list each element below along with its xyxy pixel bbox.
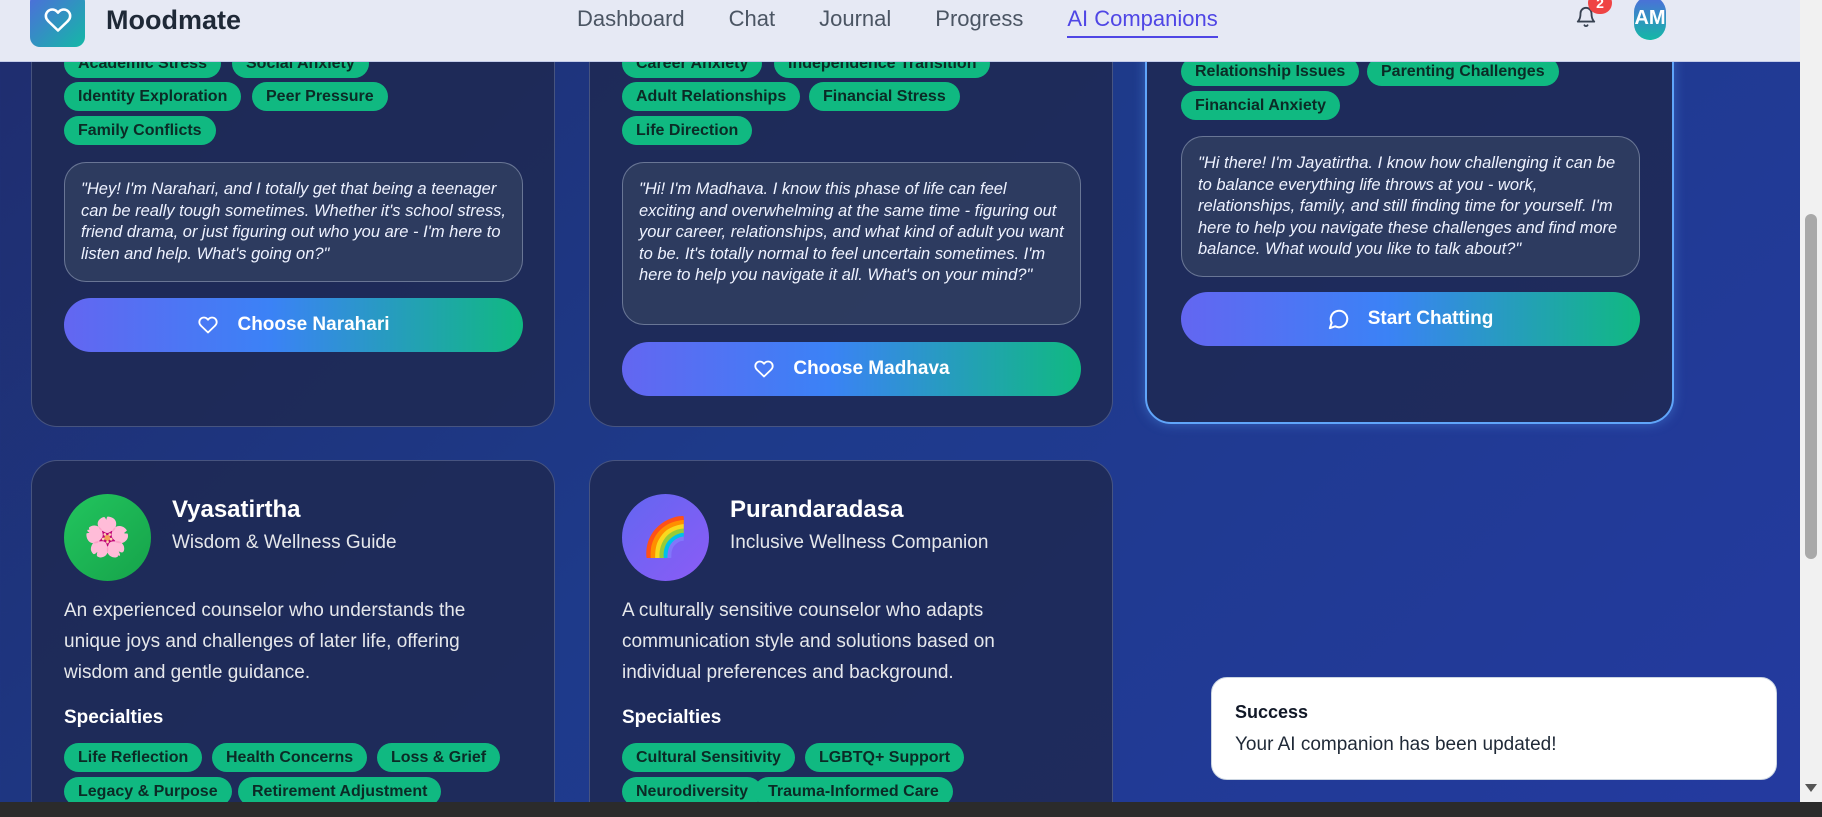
tag: LGBTQ+ Support xyxy=(805,743,965,772)
tag: Financial Anxiety xyxy=(1181,91,1340,120)
flower-icon: 🌸 xyxy=(83,516,132,559)
specialties-heading: Specialties xyxy=(622,707,722,728)
companion-name: Vyasatirtha xyxy=(172,496,301,523)
companion-description: A culturally sensitive counselor who ada… xyxy=(622,600,995,683)
chat-bubble-icon xyxy=(1328,309,1348,330)
nav-progress[interactable]: Progress xyxy=(935,6,1023,38)
top-navbar: Moodmate Dashboard Chat Journal Progress… xyxy=(0,0,1800,62)
scroll-down-arrow-icon[interactable] xyxy=(1805,784,1817,792)
tag: Health Concerns xyxy=(212,743,368,772)
heart-logo-icon[interactable] xyxy=(30,0,85,47)
main-nav: Dashboard Chat Journal Progress AI Compa… xyxy=(577,6,1262,38)
nav-dashboard[interactable]: Dashboard xyxy=(577,6,685,38)
tag: Cultural Sensitivity xyxy=(622,743,795,772)
companion-card-jayatirtha: Relationship Issues Parenting Challenges… xyxy=(1145,20,1674,424)
companion-name: Purandaradasa xyxy=(730,496,904,523)
choose-madhava-button[interactable]: Choose Madhava xyxy=(622,342,1081,396)
nav-journal[interactable]: Journal xyxy=(819,6,891,38)
tag: Identity Exploration xyxy=(64,82,242,111)
companion-card-madhava: Career Anxiety Independence Transition A… xyxy=(589,20,1113,427)
button-label: Choose Madhava xyxy=(793,358,950,379)
tag: Adult Relationships xyxy=(622,82,801,111)
tag: Financial Stress xyxy=(809,82,960,111)
tag: Family Conflicts xyxy=(64,116,216,145)
button-label: Start Chatting xyxy=(1367,308,1494,329)
rainbow-icon: 🌈 xyxy=(641,516,690,559)
nav-ai-companions[interactable]: AI Companions xyxy=(1067,6,1218,38)
companion-avatar: 🌈 xyxy=(622,494,709,581)
tag: Life Reflection xyxy=(64,743,203,772)
success-toast[interactable]: Success Your AI companion has been updat… xyxy=(1211,677,1777,780)
toast-message: Your AI companion has been updated! xyxy=(1235,734,1557,755)
companion-card-narahari: Academic Stress Social Anxiety Identity … xyxy=(31,20,555,427)
heart-icon xyxy=(754,360,774,378)
brand-name[interactable]: Moodmate xyxy=(106,5,241,36)
button-label: Choose Narahari xyxy=(237,314,390,335)
tag: Life Direction xyxy=(622,116,753,145)
tag: Peer Pressure xyxy=(252,82,388,111)
companion-card-vyasatirtha: 🌸 Vyasatirtha Wisdom & Wellness Guide An… xyxy=(31,460,555,817)
avatar[interactable]: AM xyxy=(1634,0,1666,40)
start-chatting-button[interactable]: Start Chatting xyxy=(1181,292,1640,346)
companion-description: An experienced counselor who understands… xyxy=(64,600,466,683)
heart-icon xyxy=(198,316,219,334)
companion-greeting: "Hi there! I'm Jayatirtha. I know how ch… xyxy=(1181,136,1640,277)
companion-role: Wisdom & Wellness Guide xyxy=(172,532,397,553)
companion-avatar: 🌸 xyxy=(64,494,151,581)
specialties-heading: Specialties xyxy=(64,707,164,728)
scrollbar-thumb[interactable] xyxy=(1805,214,1817,559)
notification-badge: 2 xyxy=(1588,0,1612,14)
tag: Loss & Grief xyxy=(377,743,501,772)
companion-role: Inclusive Wellness Companion xyxy=(730,532,989,553)
choose-narahari-button[interactable]: Choose Narahari xyxy=(64,298,523,352)
toast-title: Success xyxy=(1235,702,1309,722)
companion-card-purandaradasa: 🌈 Purandaradasa Inclusive Wellness Compa… xyxy=(589,460,1113,817)
companion-greeting: "Hi! I'm Madhava. I know this phase of l… xyxy=(622,162,1081,325)
companion-greeting: "Hey! I'm Narahari, and I totally get th… xyxy=(64,162,523,282)
nav-chat[interactable]: Chat xyxy=(729,6,775,38)
taskbar xyxy=(0,802,1822,817)
